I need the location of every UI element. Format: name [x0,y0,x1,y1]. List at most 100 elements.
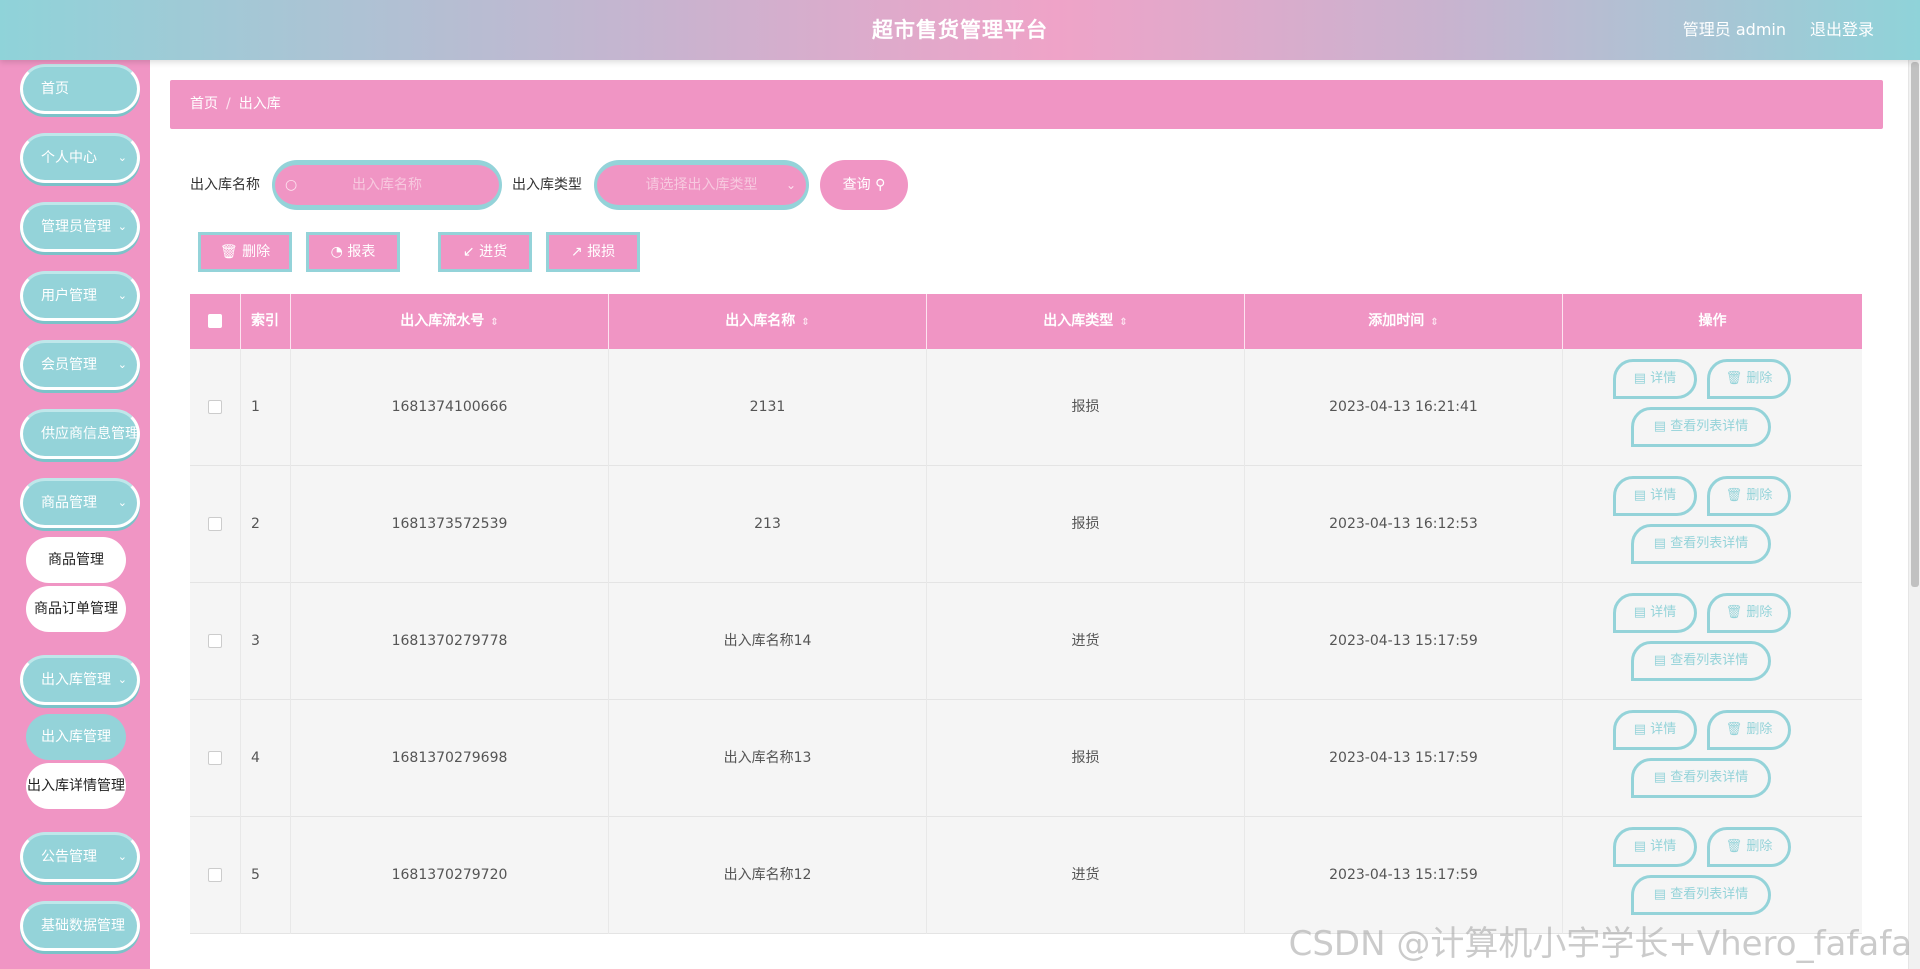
select-all-cell [190,294,241,349]
admin-user-label: 管理员 admin [1682,20,1786,39]
sidebar-item-notice-manage[interactable]: 公告管理 ⌄ [20,832,140,882]
cell-type: 进货 [927,817,1245,934]
cell-serial: 1681374100666 [291,349,609,466]
breadcrumb-home[interactable]: 首页 [190,96,218,112]
sidebar-item-user-manage[interactable]: 用户管理 ⌄ [20,271,140,321]
batch-delete-button[interactable]: 🗑 删除 [198,232,292,272]
arrow-down-icon: ↙ [462,244,475,260]
damage-button[interactable]: ↗ 报损 [546,232,640,272]
row-checkbox-cell [190,700,241,817]
document-icon: ▤ [1633,371,1647,386]
sort-icon[interactable]: ⇕ [1119,317,1127,328]
list-detail-label: 查看列表详情 [1670,419,1749,434]
cell-name: 213 [609,466,927,583]
chevron-down-icon: ⌄ [117,673,127,686]
sidebar-item-admin-manage[interactable]: 管理员管理 ⌄ [20,202,140,252]
detail-button[interactable]: ▤ 详情 [1613,476,1697,516]
detail-button[interactable]: ▤ 详情 [1613,593,1697,633]
cell-ops: ▤ 详情 🗑 删除 ▤ 查看列表详情 [1563,349,1862,466]
table-row: 1 1681374100666 2131 报损 2023-04-13 16:21… [190,349,1862,466]
app-title: 超市售货管理平台 [872,18,1048,42]
list-detail-button[interactable]: ▤ 查看列表详情 [1631,641,1771,681]
scrollbar-thumb[interactable] [1911,62,1919,587]
list-detail-button[interactable]: ▤ 查看列表详情 [1631,407,1771,447]
detail-label: 详情 [1650,371,1677,386]
header-name[interactable]: 出入库名称 ⇕ [609,294,927,349]
sidebar-subitem-goods-orders[interactable]: 商品订单管理 [26,586,126,632]
type-select[interactable]: 请选择出入库类型 ⌄ [594,160,809,210]
sidebar-subitem-stock-detail[interactable]: 出入库详情管理 [26,763,126,809]
delete-button[interactable]: 🗑 删除 [1707,359,1791,399]
sidebar-item-goods-manage[interactable]: 商品管理 ⌄ [20,478,140,528]
sidebar-item-label: 商品管理 [41,495,97,511]
header-type[interactable]: 出入库类型 ⇕ [927,294,1245,349]
table-row: 4 1681370279698 出入库名称13 报损 2023-04-13 15… [190,700,1862,817]
sidebar-item-home[interactable]: 首页 [20,64,140,114]
page-scrollbar[interactable] [1908,60,1920,969]
trash-icon: 🗑 [1725,371,1743,386]
list-detail-button[interactable]: ▤ 查看列表详情 [1631,524,1771,564]
list-detail-label: 查看列表详情 [1670,887,1749,902]
cell-time: 2023-04-13 16:21:41 [1245,349,1563,466]
query-button-label: 查询 [842,177,871,193]
sidebar-item-base-data[interactable]: 基础数据管理 [20,901,140,951]
row-checkbox[interactable] [208,634,222,648]
delete-button[interactable]: 🗑 删除 [1707,476,1791,516]
row-checkbox-cell [190,817,241,934]
header-time[interactable]: 添加时间 ⇕ [1245,294,1563,349]
row-checkbox[interactable] [208,400,222,414]
sidebar-item-profile[interactable]: 个人中心 ⌄ [20,133,140,183]
search-icon: ⚲ [875,177,886,193]
name-search-placeholder: 出入库名称 [352,177,422,193]
sidebar-item-supplier-manage[interactable]: 供应商信息管理 [20,409,140,459]
sidebar-item-member-manage[interactable]: 会员管理 ⌄ [20,340,140,390]
sort-icon[interactable]: ⇕ [490,317,498,328]
sort-icon[interactable]: ⇕ [1430,317,1438,328]
document-icon: ▤ [1633,722,1647,737]
header-serial[interactable]: 出入库流水号 ⇕ [291,294,609,349]
table-row: 3 1681370279778 出入库名称14 进货 2023-04-13 15… [190,583,1862,700]
detail-button[interactable]: ▤ 详情 [1613,359,1697,399]
delete-button[interactable]: 🗑 删除 [1707,593,1791,633]
sidebar-item-label: 个人中心 [41,150,97,166]
search-icon: ○ [285,177,298,193]
report-button[interactable]: ◔ 报表 [306,232,400,272]
delete-label: 删除 [1746,722,1773,737]
cell-name: 出入库名称13 [609,700,927,817]
list-detail-button[interactable]: ▤ 查看列表详情 [1631,758,1771,798]
delete-button[interactable]: 🗑 删除 [1707,710,1791,750]
cell-index: 5 [241,817,291,934]
logout-link[interactable]: 退出登录 [1810,0,1874,60]
select-all-checkbox[interactable] [208,314,222,328]
stock-in-label: 进货 [479,244,508,260]
sidebar-item-stock-manage[interactable]: 出入库管理 ⌄ [20,655,140,705]
header-time-label: 添加时间 [1368,313,1425,329]
row-checkbox-cell [190,583,241,700]
table-row: 2 1681373572539 213 报损 2023-04-13 16:12:… [190,466,1862,583]
sidebar-subitem-stock[interactable]: 出入库管理 [26,714,126,760]
chevron-down-icon: ⌄ [117,220,127,233]
stock-in-button[interactable]: ↙ 进货 [438,232,532,272]
cell-serial: 1681373572539 [291,466,609,583]
list-detail-button[interactable]: ▤ 查看列表详情 [1631,875,1771,915]
trash-icon: 🗑 [219,244,238,260]
sidebar-item-label: 基础数据管理 [41,918,125,934]
delete-button[interactable]: 🗑 删除 [1707,827,1791,867]
trash-icon: 🗑 [1725,605,1743,620]
cell-index: 3 [241,583,291,700]
name-search-input[interactable]: ○ 出入库名称 [272,160,502,210]
breadcrumb-separator: / [226,96,231,112]
row-checkbox[interactable] [208,751,222,765]
sidebar-subitem-goods[interactable]: 商品管理 [26,537,126,583]
query-button[interactable]: 查询 ⚲ [820,160,908,210]
sidebar-item-label: 用户管理 [41,288,97,304]
trash-icon: 🗑 [1725,488,1743,503]
delete-label: 删除 [1746,371,1773,386]
delete-label: 删除 [1746,605,1773,620]
detail-button[interactable]: ▤ 详情 [1613,827,1697,867]
sort-icon[interactable]: ⇕ [801,317,809,328]
sidebar-item-label: 会员管理 [41,357,97,373]
detail-button[interactable]: ▤ 详情 [1613,710,1697,750]
row-checkbox[interactable] [208,517,222,531]
row-checkbox[interactable] [208,868,222,882]
